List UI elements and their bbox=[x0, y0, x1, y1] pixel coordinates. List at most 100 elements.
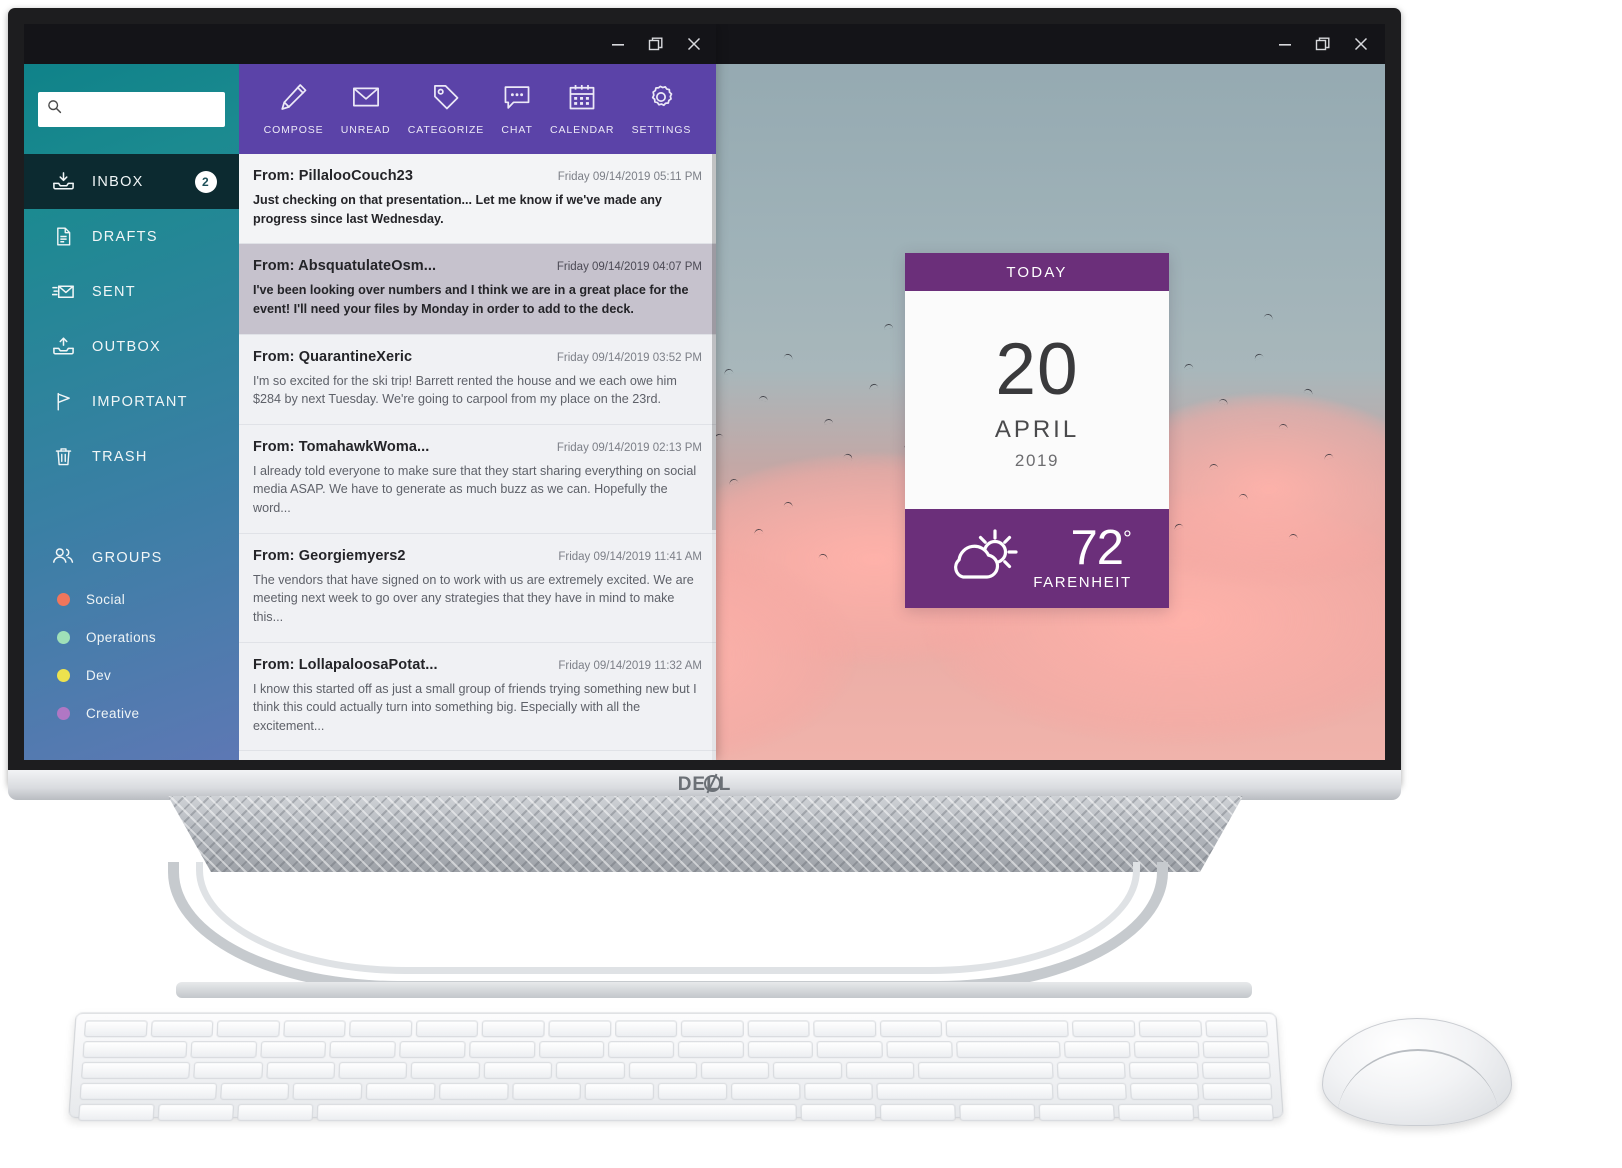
message-list-item[interactable]: From: LollapaloosaPotat... Friday 09/14/… bbox=[239, 642, 716, 752]
key[interactable] bbox=[415, 1020, 479, 1038]
message-list-item[interactable]: From: TomahawkWoma... Friday 09/14/2019 … bbox=[239, 424, 716, 534]
shift-key[interactable] bbox=[79, 1082, 217, 1100]
key[interactable] bbox=[803, 1082, 874, 1100]
toolbar-button-calendar[interactable]: CALENDAR bbox=[550, 82, 614, 136]
enter-key[interactable] bbox=[918, 1062, 1054, 1079]
key[interactable] bbox=[657, 1082, 727, 1100]
key[interactable] bbox=[800, 1103, 877, 1122]
sidebar-item-outbox[interactable]: OUTBOX bbox=[24, 319, 239, 374]
calendar-weather-widget[interactable]: TODAY 20 APRIL 2019 72 ° FARENHEIT bbox=[905, 253, 1169, 608]
key[interactable] bbox=[438, 1082, 509, 1100]
message-list-item[interactable]: From: ARTbaglady00 Friday 09/14/2019 10:… bbox=[239, 751, 716, 760]
key[interactable] bbox=[730, 1082, 801, 1100]
search-box[interactable] bbox=[38, 91, 245, 127]
mouse[interactable] bbox=[1322, 1018, 1512, 1126]
sidebar-item-drafts[interactable]: DRAFTS bbox=[24, 209, 239, 264]
key[interactable] bbox=[265, 1062, 336, 1079]
key[interactable] bbox=[1056, 1082, 1127, 1100]
key[interactable] bbox=[845, 1062, 915, 1079]
key[interactable] bbox=[1133, 1041, 1200, 1059]
shift-key[interactable] bbox=[876, 1082, 1054, 1100]
key[interactable] bbox=[813, 1020, 877, 1038]
key[interactable] bbox=[511, 1082, 582, 1100]
key[interactable] bbox=[628, 1062, 697, 1079]
key[interactable] bbox=[83, 1020, 148, 1038]
key[interactable] bbox=[157, 1103, 235, 1122]
key[interactable] bbox=[879, 1103, 956, 1122]
key[interactable] bbox=[608, 1041, 674, 1059]
minimize-icon[interactable] bbox=[610, 36, 626, 52]
restore-icon[interactable] bbox=[648, 36, 664, 52]
toolbar-button-categorize[interactable]: CATEGORIZE bbox=[408, 82, 484, 136]
key[interactable] bbox=[1072, 1020, 1136, 1038]
group-item-creative[interactable]: Creative bbox=[24, 694, 239, 732]
group-item-operations[interactable]: Operations bbox=[24, 618, 239, 656]
key[interactable] bbox=[410, 1062, 480, 1079]
key[interactable] bbox=[1056, 1062, 1127, 1079]
key[interactable] bbox=[1197, 1103, 1274, 1122]
key[interactable] bbox=[1138, 1020, 1202, 1038]
key[interactable] bbox=[150, 1020, 214, 1038]
key[interactable] bbox=[538, 1041, 605, 1059]
toolbar-button-chat[interactable]: CHAT bbox=[501, 82, 532, 136]
toolbar-button-compose[interactable]: COMPOSE bbox=[264, 82, 324, 136]
scrollbar-thumb[interactable] bbox=[712, 154, 716, 530]
key[interactable] bbox=[237, 1103, 314, 1122]
message-list-item[interactable]: From: AbsquatulateOsm... Friday 09/14/20… bbox=[239, 244, 716, 335]
minimize-icon[interactable] bbox=[1277, 36, 1293, 52]
keyboard[interactable] bbox=[68, 1012, 1284, 1122]
key[interactable] bbox=[329, 1041, 396, 1059]
key[interactable] bbox=[1204, 1020, 1269, 1038]
key[interactable] bbox=[614, 1020, 678, 1038]
message-list-item[interactable]: From: PillalooCouch23 Friday 09/14/2019 … bbox=[239, 154, 716, 245]
key[interactable] bbox=[1129, 1082, 1200, 1100]
close-icon[interactable] bbox=[1353, 36, 1369, 52]
key[interactable] bbox=[886, 1041, 953, 1059]
key[interactable] bbox=[292, 1082, 363, 1100]
group-item-social[interactable]: Social bbox=[24, 580, 239, 618]
key[interactable] bbox=[747, 1041, 814, 1059]
search-input[interactable] bbox=[69, 101, 245, 117]
key[interactable] bbox=[82, 1041, 188, 1059]
key[interactable] bbox=[817, 1041, 883, 1059]
toolbar-button-settings[interactable]: SETTINGS bbox=[632, 82, 692, 136]
key[interactable] bbox=[349, 1020, 413, 1038]
key[interactable] bbox=[1117, 1103, 1195, 1122]
message-list-scrollbar[interactable] bbox=[712, 154, 716, 760]
message-list-item[interactable]: From: Georgiemyers2 Friday 09/14/2019 11… bbox=[239, 533, 716, 643]
key[interactable] bbox=[1202, 1041, 1270, 1059]
sidebar-item-important[interactable]: IMPORTANT bbox=[24, 374, 239, 429]
key[interactable] bbox=[1038, 1103, 1115, 1122]
spacebar[interactable] bbox=[316, 1103, 797, 1122]
key[interactable] bbox=[78, 1103, 155, 1122]
key[interactable] bbox=[81, 1062, 191, 1079]
key[interactable] bbox=[190, 1041, 257, 1059]
key[interactable] bbox=[945, 1020, 1070, 1038]
sidebar-groups-header[interactable]: GROUPS bbox=[24, 536, 239, 580]
key[interactable] bbox=[700, 1062, 770, 1079]
key[interactable] bbox=[879, 1020, 943, 1038]
key[interactable] bbox=[773, 1062, 843, 1079]
key[interactable] bbox=[1129, 1062, 1199, 1079]
group-item-dev[interactable]: Dev bbox=[24, 656, 239, 694]
key[interactable] bbox=[399, 1041, 466, 1059]
key[interactable] bbox=[681, 1020, 744, 1038]
message-list[interactable]: From: PillalooCouch23 Friday 09/14/2019 … bbox=[239, 154, 716, 760]
key[interactable] bbox=[482, 1020, 545, 1038]
close-icon[interactable] bbox=[686, 36, 702, 52]
key[interactable] bbox=[1201, 1062, 1272, 1079]
key[interactable] bbox=[555, 1062, 625, 1079]
key[interactable] bbox=[193, 1062, 263, 1079]
key[interactable] bbox=[365, 1082, 436, 1100]
key[interactable] bbox=[216, 1020, 280, 1038]
sidebar-item-inbox[interactable]: INBOX 2 bbox=[24, 154, 239, 209]
key[interactable] bbox=[956, 1041, 1061, 1059]
key[interactable] bbox=[219, 1082, 290, 1100]
key[interactable] bbox=[584, 1082, 654, 1100]
restore-icon[interactable] bbox=[1315, 36, 1331, 52]
key[interactable] bbox=[1063, 1041, 1131, 1059]
key[interactable] bbox=[338, 1062, 408, 1079]
key[interactable] bbox=[260, 1041, 327, 1059]
sidebar-item-trash[interactable]: TRASH bbox=[24, 429, 239, 484]
key[interactable] bbox=[677, 1041, 744, 1059]
